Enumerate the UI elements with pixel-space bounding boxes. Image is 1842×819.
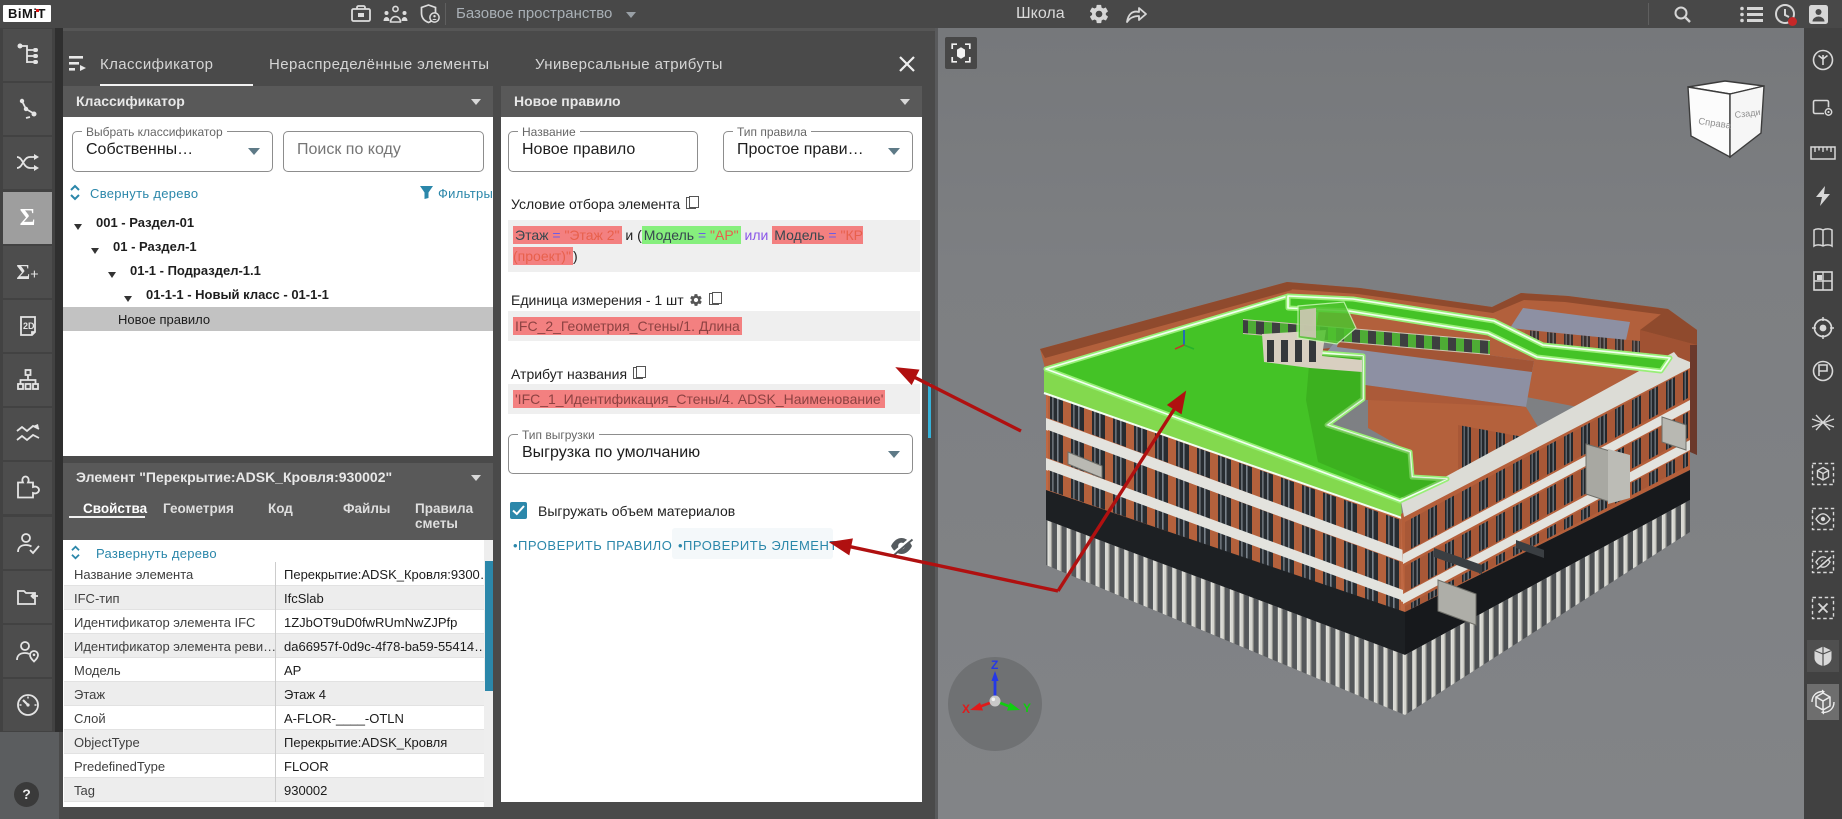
svg-text:2D: 2D — [23, 321, 35, 331]
svg-text:X: X — [962, 702, 970, 716]
svg-text:Y: Y — [1023, 701, 1031, 715]
svg-text:Z: Z — [991, 658, 998, 672]
